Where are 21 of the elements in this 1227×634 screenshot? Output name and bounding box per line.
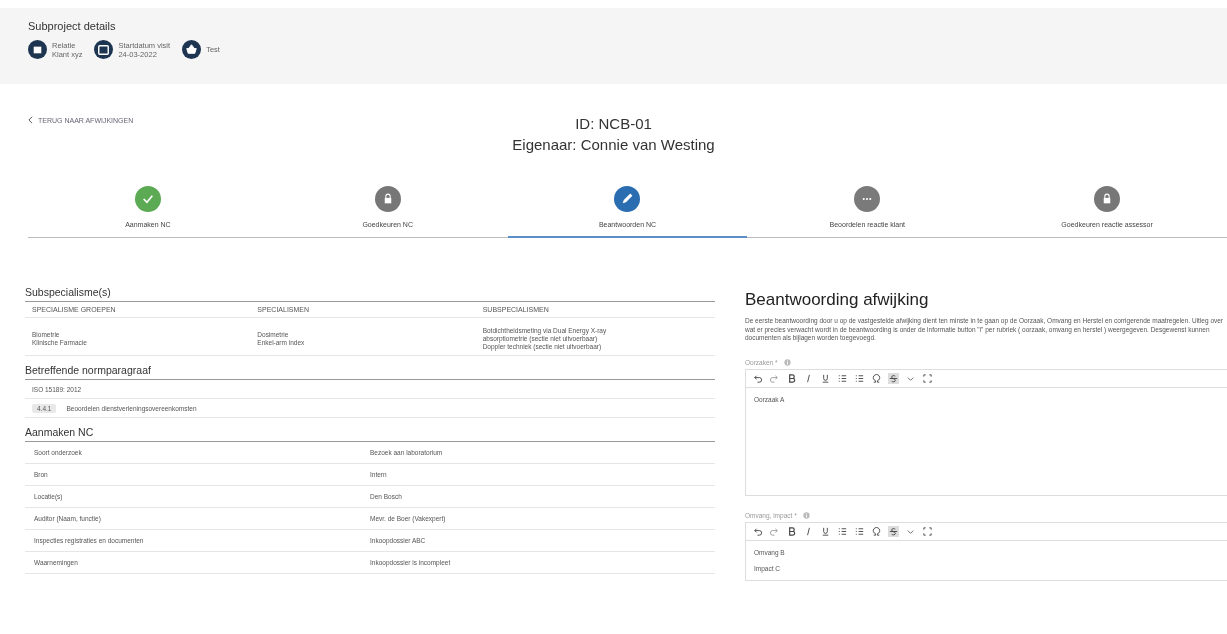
- owner-text: Eigenaar: Connie van Westing: [512, 135, 715, 155]
- chevron-left-icon: [28, 116, 33, 124]
- section-title: Betreffende normparagraaf: [25, 360, 715, 380]
- underline-icon[interactable]: [820, 372, 831, 384]
- section-title: Subspecialisme(s): [25, 282, 715, 302]
- calendar-icon: [94, 40, 114, 59]
- omega-icon[interactable]: [871, 372, 882, 384]
- form-title: Beantwoording afwijking: [745, 290, 930, 310]
- section-title: Aanmaken NC: [25, 422, 715, 442]
- strike-icon[interactable]: [888, 525, 899, 537]
- ulist-icon[interactable]: [854, 372, 865, 384]
- underline-icon[interactable]: [820, 525, 831, 537]
- omega-icon[interactable]: [871, 525, 882, 537]
- building-icon: [28, 40, 47, 59]
- ulist-icon[interactable]: [854, 525, 865, 537]
- bold-icon[interactable]: [786, 525, 797, 537]
- basket-icon: [182, 40, 202, 59]
- bold-icon[interactable]: [786, 372, 797, 384]
- record-id: ID: NCB-01: [575, 114, 652, 134]
- panel-title: Subproject details: [28, 20, 117, 32]
- strike-icon[interactable]: [888, 372, 899, 384]
